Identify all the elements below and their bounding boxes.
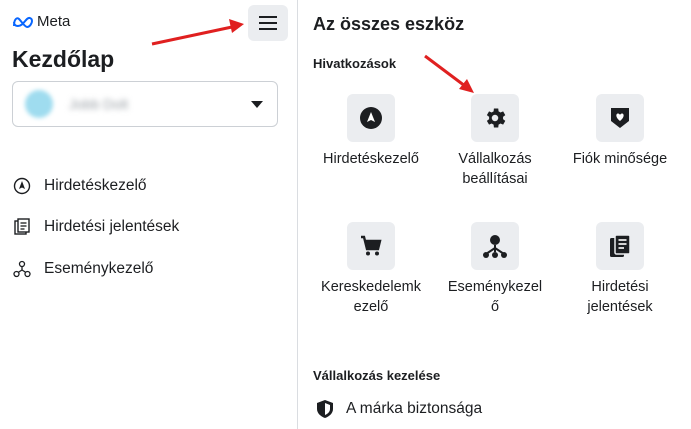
tile-commerce-manager[interactable]: Kereskedelemkezelő: [321, 222, 421, 317]
sidebar-item-ad-reports[interactable]: Hirdetési jelentések: [12, 217, 179, 237]
page-title: Kezdőlap: [12, 46, 115, 72]
tile-icon-box: [347, 222, 395, 270]
compass-icon: [360, 107, 382, 129]
tile-ad-reports[interactable]: Hirdetési jelentések: [570, 222, 670, 317]
hamburger-icon: [259, 16, 277, 30]
events-icon: [483, 235, 507, 258]
sidebar-item-label: Hirdetéskezelő: [44, 177, 147, 194]
shield-heart-icon: [611, 108, 629, 128]
sidebar-item-events-manager[interactable]: Eseménykezelő: [12, 259, 153, 279]
account-name: Jobb Dolt: [69, 96, 129, 112]
tile-label: Eseménykezelő: [447, 279, 543, 315]
tile-icon-box: [471, 222, 519, 270]
events-icon: [12, 259, 32, 279]
brand-safety-link[interactable]: A márka biztonsága: [316, 399, 482, 419]
account-selector[interactable]: Jobb Dolt: [12, 81, 278, 127]
tile-label: Kereskedelemkezelő: [321, 279, 421, 315]
tile-icon-box: [596, 94, 644, 142]
tile-icon-box: [596, 222, 644, 270]
shortcuts-title: Hivatkozások: [313, 56, 397, 71]
tile-events-manager[interactable]: Eseménykezelő: [445, 222, 545, 317]
hamburger-menu-button[interactable]: [248, 5, 288, 41]
chevron-down-icon: [251, 101, 263, 108]
report-icon: [610, 234, 631, 257]
tile-label: Fiók minősége: [572, 151, 668, 167]
sidebar-item-ads-manager[interactable]: Hirdetéskezelő: [12, 176, 147, 196]
cart-icon: [361, 235, 382, 256]
tile-business-settings[interactable]: Vállalkozás beállításai: [445, 94, 545, 189]
gear-icon: [486, 108, 506, 128]
tile-account-quality[interactable]: Fiók minősége: [570, 94, 670, 169]
tile-label: Hirdetési jelentések: [587, 279, 653, 315]
meta-logo[interactable]: Meta: [12, 13, 70, 30]
meta-logo-text: Meta: [37, 13, 71, 30]
compass-icon: [12, 176, 32, 196]
sidebar-item-label: Eseménykezelő: [44, 260, 154, 277]
tile-label: Vállalkozás beállításai: [458, 151, 532, 187]
report-icon: [12, 217, 32, 237]
business-management-title: Vállalkozás kezelése: [313, 368, 441, 383]
meta-logo-icon: [13, 16, 34, 28]
brand-safety-label: A márka biztonsága: [346, 400, 483, 417]
tile-ads-manager[interactable]: Hirdetéskezelő: [321, 94, 421, 169]
left-sidebar: Meta Kezdőlap Jobb Dolt Hirdetéskezelő H…: [0, 0, 298, 429]
tile-icon-box: [347, 94, 395, 142]
sidebar-item-label: Hirdetési jelentések: [44, 218, 180, 235]
account-avatar: [25, 90, 53, 118]
section-title: Az összes eszköz: [313, 14, 465, 34]
all-tools-panel: Az összes eszköz Hivatkozások Hirdetéske…: [298, 0, 691, 429]
tile-icon-box: [471, 94, 519, 142]
tile-label: Hirdetéskezelő: [323, 151, 419, 167]
shield-icon: [317, 400, 333, 418]
